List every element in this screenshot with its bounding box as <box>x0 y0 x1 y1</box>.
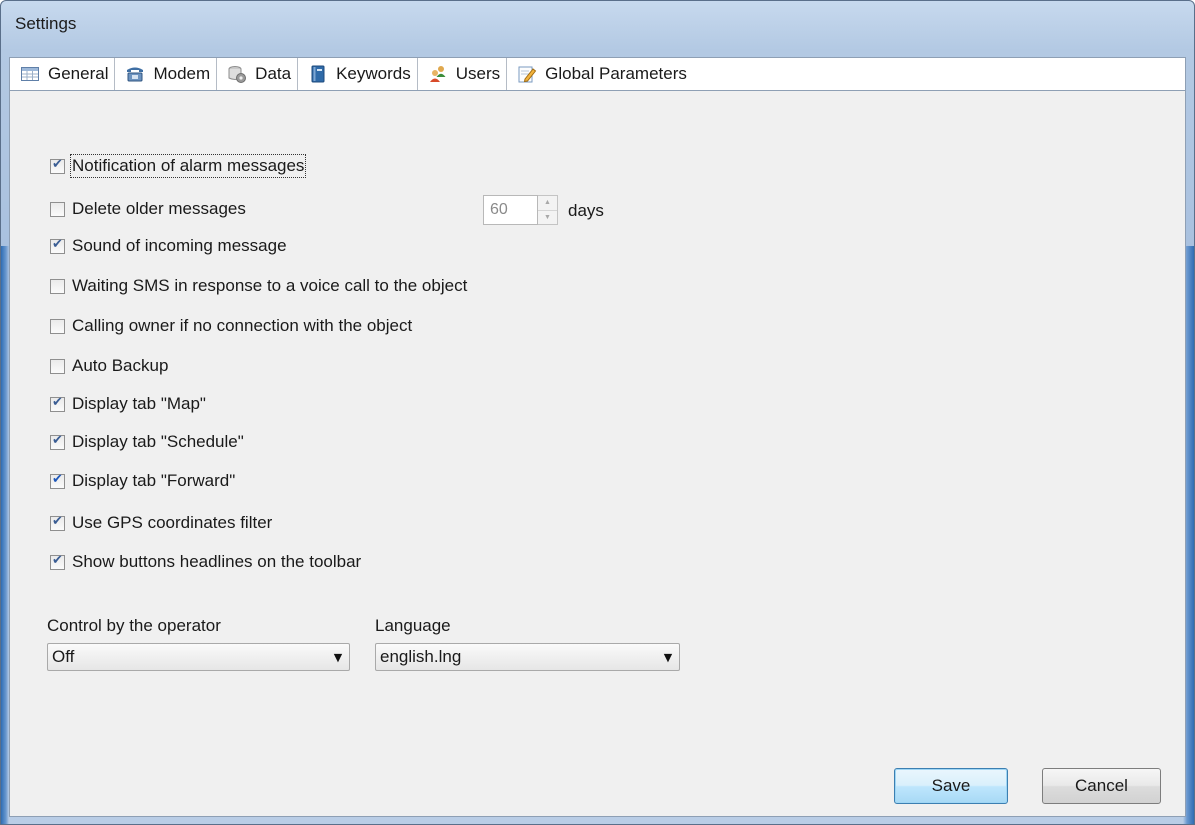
decrement-button[interactable]: ▼ <box>538 209 557 224</box>
display-schedule-option[interactable]: Display tab "Schedule" <box>50 430 244 454</box>
gps-filter-option[interactable]: Use GPS coordinates filter <box>50 511 272 535</box>
calling-owner-option[interactable]: Calling owner if no connection with the … <box>50 314 412 338</box>
chevron-down-icon: ▼ <box>663 650 673 664</box>
checkbox[interactable] <box>50 433 65 450</box>
general-panel: Notification of alarm messages Delete ol… <box>9 90 1186 817</box>
display-map-option[interactable]: Display tab "Map" <box>50 392 206 416</box>
tab-users[interactable]: Users <box>416 58 506 90</box>
tab-label: General <box>48 64 109 83</box>
toolbar-headlines-option[interactable]: Show buttons headlines on the toolbar <box>50 550 361 574</box>
option-label: Delete older messages <box>72 199 246 218</box>
table-icon <box>20 64 40 84</box>
option-label: Auto Backup <box>72 356 169 375</box>
display-forward-option[interactable]: Display tab "Forward" <box>50 469 235 493</box>
language-label: Language <box>375 616 451 635</box>
increment-button[interactable]: ▲ <box>538 196 557 210</box>
pencil-note-icon <box>517 64 537 84</box>
option-label: Use GPS coordinates filter <box>72 513 273 532</box>
chevron-down-icon: ▼ <box>333 650 343 664</box>
tab-label: Data <box>255 64 292 83</box>
tab-label: Keywords <box>336 64 411 83</box>
checkbox[interactable] <box>50 201 65 217</box>
checkbox[interactable] <box>50 318 65 334</box>
checkbox[interactable] <box>50 553 65 570</box>
tab-global-parameters[interactable]: Global Parameters <box>506 58 693 90</box>
settings-window: Settings General Modem Data Keywords Use… <box>0 0 1195 825</box>
operator-control-label: Control by the operator <box>47 616 221 635</box>
tab-label: Modem <box>153 64 211 83</box>
database-gear-icon <box>227 64 247 84</box>
book-icon <box>308 64 328 84</box>
window-title: Settings <box>15 14 77 33</box>
days-stepper[interactable]: 60 ▲ ▼ <box>483 195 560 225</box>
save-button[interactable]: Save <box>894 768 1008 804</box>
tab-label: Global Parameters <box>545 64 687 83</box>
phone-icon <box>125 64 145 84</box>
delete-older-option[interactable]: Delete older messages <box>50 197 246 221</box>
users-icon <box>428 64 448 84</box>
tab-data[interactable]: Data <box>216 58 297 90</box>
auto-backup-option[interactable]: Auto Backup <box>50 354 168 378</box>
days-input[interactable]: 60 <box>483 195 538 225</box>
cancel-button[interactable]: Cancel <box>1042 768 1161 804</box>
option-label: Calling owner if no connection with the … <box>72 316 413 335</box>
operator-control-select[interactable]: Off ▼ <box>47 643 350 671</box>
option-label: Notification of alarm messages <box>69 154 307 178</box>
tab-label: Users <box>455 64 501 83</box>
days-unit-label: days <box>568 201 604 220</box>
option-label: Show buttons headlines on the toolbar <box>72 552 362 571</box>
checkbox[interactable] <box>50 157 65 174</box>
checkbox[interactable] <box>50 514 65 531</box>
language-select[interactable]: english.lng ▼ <box>375 643 680 671</box>
sound-incoming-option[interactable]: Sound of incoming message <box>50 234 287 258</box>
option-label: Sound of incoming message <box>72 236 287 255</box>
checkbox[interactable] <box>50 395 65 412</box>
checkbox[interactable] <box>50 358 65 374</box>
option-label: Display tab "Forward" <box>72 471 236 490</box>
notify-alarm-option[interactable]: Notification of alarm messages <box>50 154 307 178</box>
option-label: Display tab "Schedule" <box>72 432 244 451</box>
tab-general[interactable]: General <box>10 58 114 90</box>
checkbox[interactable] <box>50 278 65 294</box>
stepper-buttons: ▲ ▼ <box>538 195 558 225</box>
tab-keywords[interactable]: Keywords <box>297 58 417 90</box>
select-value: Off <box>52 647 75 666</box>
option-label: Display tab "Map" <box>72 394 206 413</box>
waiting-sms-option[interactable]: Waiting SMS in response to a voice call … <box>50 274 467 298</box>
tab-bar: General Modem Data Keywords Users Global… <box>9 57 1186 90</box>
tab-modem[interactable]: Modem <box>114 58 216 90</box>
checkbox[interactable] <box>50 472 65 489</box>
select-value: english.lng <box>380 647 462 666</box>
checkbox[interactable] <box>50 237 65 254</box>
option-label: Waiting SMS in response to a voice call … <box>72 276 468 295</box>
